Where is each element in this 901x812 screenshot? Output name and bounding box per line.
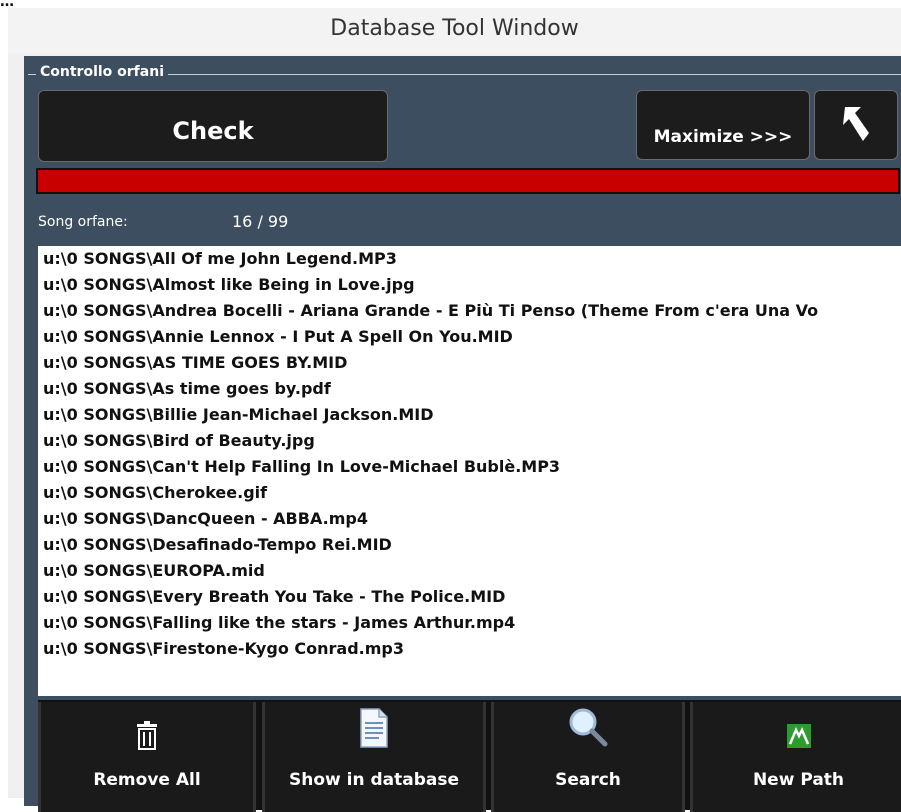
list-item[interactable]: u:\0 SONGS\Falling like the stars - Jame… — [38, 610, 901, 636]
song-orfane-count: 16 / 99 — [232, 212, 289, 231]
path-icon — [786, 724, 811, 748]
list-item[interactable]: u:\0 SONGS\Billie Jean-Michael Jackson.M… — [38, 402, 901, 428]
maximize-button[interactable]: Maximize >>> — [636, 90, 810, 160]
list-item[interactable]: u:\0 SONGS\Bird of Beauty.jpg — [38, 428, 901, 454]
progress-fill — [38, 170, 898, 192]
list-item[interactable]: u:\0 SONGS\Desafinado-Tempo Rei.MID — [38, 532, 901, 558]
maximize-button-label: Maximize >>> — [653, 127, 793, 147]
check-button-label: Check — [172, 117, 254, 145]
new-path-label: New Path — [752, 770, 845, 790]
list-item[interactable]: u:\0 SONGS\EUROPA.mid — [38, 558, 901, 584]
list-item[interactable]: u:\0 SONGS\As time goes by.pdf — [38, 376, 901, 402]
trash-icon — [137, 721, 157, 750]
list-item[interactable]: u:\0 SONGS\Annie Lennox - I Put A Spell … — [38, 324, 901, 350]
list-item[interactable]: u:\0 SONGS\DancQueen - ABBA.mp4 — [38, 506, 901, 532]
orphan-files-list[interactable]: u:\0 SONGS\All Of me John Legend.MP3 u:\… — [38, 246, 901, 696]
new-path-button[interactable]: New Path — [690, 702, 901, 812]
progress-bar — [36, 168, 900, 194]
list-item[interactable]: u:\0 SONGS\Can't Help Falling In Love-Mi… — [38, 454, 901, 480]
window-title: Database Tool Window — [330, 16, 579, 41]
list-item[interactable]: u:\0 SONGS\Andrea Bocelli - Ariana Grand… — [38, 298, 901, 324]
back-button[interactable] — [814, 90, 898, 160]
magnifier-icon — [569, 708, 608, 747]
bottom-toolbar: Remove All Show in database Search New P… — [38, 700, 901, 812]
remove-all-label: Remove All — [93, 770, 201, 790]
show-in-database-button[interactable]: Show in database — [262, 702, 486, 812]
document-icon — [360, 708, 388, 748]
title-bar[interactable]: Database Tool Window — [8, 8, 901, 54]
list-item[interactable]: u:\0 SONGS\Every Breath You Take - The P… — [38, 584, 901, 610]
list-item[interactable]: u:\0 SONGS\Almost like Being in Love.jpg — [38, 272, 901, 298]
search-button[interactable]: Search — [491, 702, 685, 812]
remove-all-button[interactable]: Remove All — [38, 702, 256, 812]
list-item[interactable]: u:\0 SONGS\All Of me John Legend.MP3 — [38, 246, 901, 272]
return-arrow-icon — [843, 107, 869, 141]
database-tool-window: Database Tool Window Controllo orfani Ch… — [8, 8, 901, 812]
check-button[interactable]: Check — [38, 90, 388, 162]
list-item[interactable]: u:\0 SONGS\Firestone-Kygo Conrad.mp3 — [38, 636, 901, 662]
show-in-database-label: Show in database — [288, 770, 460, 790]
list-item[interactable]: u:\0 SONGS\AS TIME GOES BY.MID — [38, 350, 901, 376]
list-item[interactable]: u:\0 SONGS\Cherokee.gif — [38, 480, 901, 506]
group-label: Controllo orfani — [36, 64, 168, 80]
search-label: Search — [555, 770, 621, 790]
controllo-orfani-panel: Controllo orfani Check Maximize >>> Song… — [24, 56, 901, 812]
song-orfane-label: Song orfane: — [38, 214, 128, 230]
